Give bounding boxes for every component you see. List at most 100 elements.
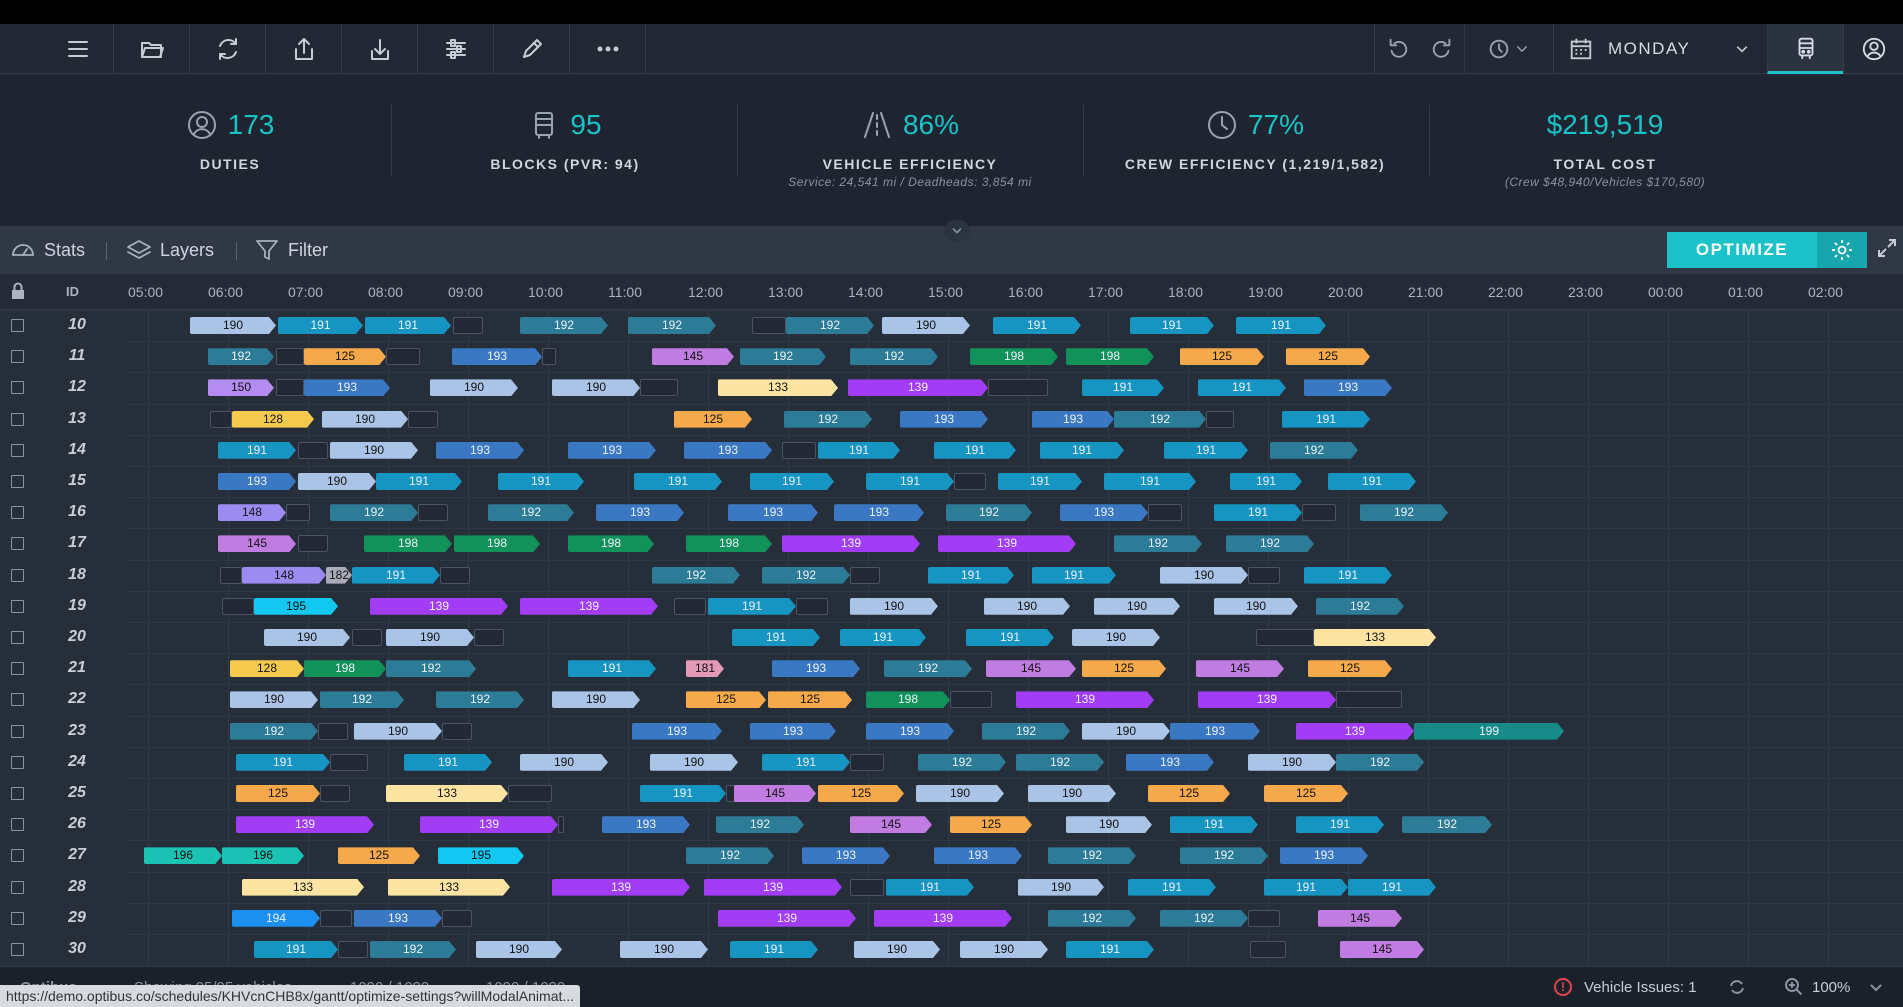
trip-block[interactable]: 198 xyxy=(568,535,654,552)
trip-block[interactable]: 139 xyxy=(938,535,1076,552)
deadhead-block[interactable] xyxy=(796,597,828,615)
trip-block[interactable]: 139 xyxy=(874,910,1012,927)
trip-block[interactable]: 192 xyxy=(762,567,850,584)
deadhead-block[interactable] xyxy=(988,379,1048,397)
lock-icon[interactable] xyxy=(10,282,26,300)
trip-block[interactable]: 190 xyxy=(552,691,640,708)
row-checkbox[interactable] xyxy=(11,662,24,676)
deadhead-block[interactable] xyxy=(386,348,420,366)
trip-block[interactable]: 139 xyxy=(520,598,658,615)
row-checkbox[interactable] xyxy=(11,350,24,364)
trip-block[interactable]: 190 xyxy=(1094,598,1180,615)
export-button[interactable] xyxy=(266,24,342,74)
trip-block[interactable]: 133 xyxy=(386,785,508,802)
trip-block[interactable]: 190 xyxy=(1028,785,1116,802)
trip-block[interactable]: 125 xyxy=(1286,348,1370,365)
trip-block[interactable]: 190 xyxy=(298,473,376,490)
trip-block[interactable]: 192 xyxy=(946,504,1032,521)
trip-block[interactable]: 139 xyxy=(370,598,508,615)
row-checkbox[interactable] xyxy=(11,443,24,457)
trip-block[interactable]: 191 xyxy=(1170,816,1258,833)
trip-block[interactable]: 191 xyxy=(634,473,722,490)
deadhead-block[interactable] xyxy=(1302,504,1336,522)
trip-block[interactable]: 145 xyxy=(1318,910,1402,927)
trip-block[interactable]: 190 xyxy=(1018,879,1104,896)
trip-block[interactable]: 196 xyxy=(144,847,222,864)
trip-block[interactable]: 191 xyxy=(1164,442,1248,459)
trip-block[interactable]: 193 xyxy=(772,660,860,677)
trip-block[interactable]: 191 xyxy=(1214,504,1302,521)
trip-block[interactable]: 145 xyxy=(1196,660,1284,677)
deadhead-block[interactable] xyxy=(1256,629,1314,646)
trip-block[interactable]: 139 xyxy=(552,879,690,896)
row-checkbox[interactable] xyxy=(11,319,24,332)
trip-block[interactable]: 125 xyxy=(1308,660,1392,677)
open-button[interactable] xyxy=(114,24,190,74)
trip-block[interactable]: 139 xyxy=(782,535,920,552)
trip-block[interactable]: 194 xyxy=(232,910,320,927)
trip-block[interactable]: 192 xyxy=(386,660,476,677)
deadhead-block[interactable] xyxy=(1250,941,1286,958)
trip-block[interactable]: 193 xyxy=(834,504,924,521)
trip-block[interactable]: 191 xyxy=(1236,317,1326,334)
trip-block[interactable]: 192 xyxy=(786,317,874,334)
trip-block[interactable]: 192 xyxy=(1114,411,1206,428)
trip-block[interactable]: 125 xyxy=(950,816,1032,833)
trip-block[interactable]: 192 xyxy=(1180,847,1268,864)
trip-block[interactable]: 192 xyxy=(488,504,574,521)
deadhead-block[interactable] xyxy=(474,629,504,646)
trip-block[interactable]: 193 xyxy=(1304,379,1392,396)
trip-block[interactable]: 125 xyxy=(1148,785,1230,802)
trip-block[interactable]: 191 xyxy=(818,442,900,459)
trip-block[interactable]: 191 xyxy=(998,473,1082,490)
trip-block[interactable]: 191 xyxy=(750,473,834,490)
trip-block[interactable]: 193 xyxy=(568,442,656,459)
import-button[interactable] xyxy=(342,24,418,74)
trip-block[interactable]: 191 xyxy=(934,442,1016,459)
trip-block[interactable]: 192 xyxy=(320,691,404,708)
trip-block[interactable]: 192 xyxy=(686,847,774,864)
trip-block[interactable]: 125 xyxy=(1082,660,1166,677)
trip-block[interactable]: 145 xyxy=(652,348,734,365)
trip-block[interactable]: 191 xyxy=(1130,317,1214,334)
deadhead-block[interactable] xyxy=(330,753,368,771)
deadhead-block[interactable] xyxy=(542,348,556,366)
trip-block[interactable]: 192 xyxy=(1270,442,1358,459)
trip-block[interactable]: 133 xyxy=(1314,629,1436,646)
deadhead-block[interactable] xyxy=(782,441,816,459)
trip-block[interactable]: 192 xyxy=(850,348,938,365)
trip-block[interactable]: 125 xyxy=(674,411,752,428)
trip-block[interactable]: 191 xyxy=(1230,473,1302,490)
trip-block[interactable]: 139 xyxy=(718,910,856,927)
trip-block[interactable]: 192 xyxy=(1016,754,1104,771)
deadhead-block[interactable] xyxy=(453,317,483,334)
trip-block[interactable]: 191 xyxy=(278,317,363,334)
trip-block[interactable]: 128 xyxy=(230,660,304,677)
trip-block[interactable]: 182 xyxy=(326,567,352,584)
trip-block[interactable]: 193 xyxy=(354,910,442,927)
trip-block[interactable]: 139 xyxy=(848,379,988,396)
trip-block[interactable]: 192 xyxy=(230,723,318,740)
trip-block[interactable]: 192 xyxy=(208,348,274,365)
trip-block[interactable]: 139 xyxy=(1198,691,1336,708)
row-checkbox[interactable] xyxy=(11,787,24,800)
trip-block[interactable]: 190 xyxy=(430,379,518,396)
trip-block[interactable]: 193 xyxy=(866,723,954,740)
trip-block[interactable]: 192 xyxy=(370,941,456,958)
deadhead-block[interactable] xyxy=(1248,566,1280,584)
trip-block[interactable]: 192 xyxy=(628,317,716,334)
undo-icon[interactable] xyxy=(1386,36,1412,62)
trip-block[interactable]: 190 xyxy=(520,754,608,771)
trip-block[interactable]: 133 xyxy=(718,379,838,396)
trip-block[interactable]: 192 xyxy=(1316,598,1404,615)
trip-block[interactable]: 191 xyxy=(840,629,926,646)
trip-block[interactable]: 191 xyxy=(254,941,338,958)
trip-block[interactable]: 190 xyxy=(264,629,350,646)
deadhead-block[interactable] xyxy=(352,629,382,646)
trip-block[interactable]: 190 xyxy=(1214,598,1298,615)
trip-block[interactable]: 191 xyxy=(640,785,726,802)
trip-block[interactable]: 198 xyxy=(364,535,452,552)
trip-block[interactable]: 191 xyxy=(1348,879,1436,896)
trip-block[interactable]: 150 xyxy=(208,379,274,396)
trip-block[interactable]: 145 xyxy=(1340,941,1424,958)
